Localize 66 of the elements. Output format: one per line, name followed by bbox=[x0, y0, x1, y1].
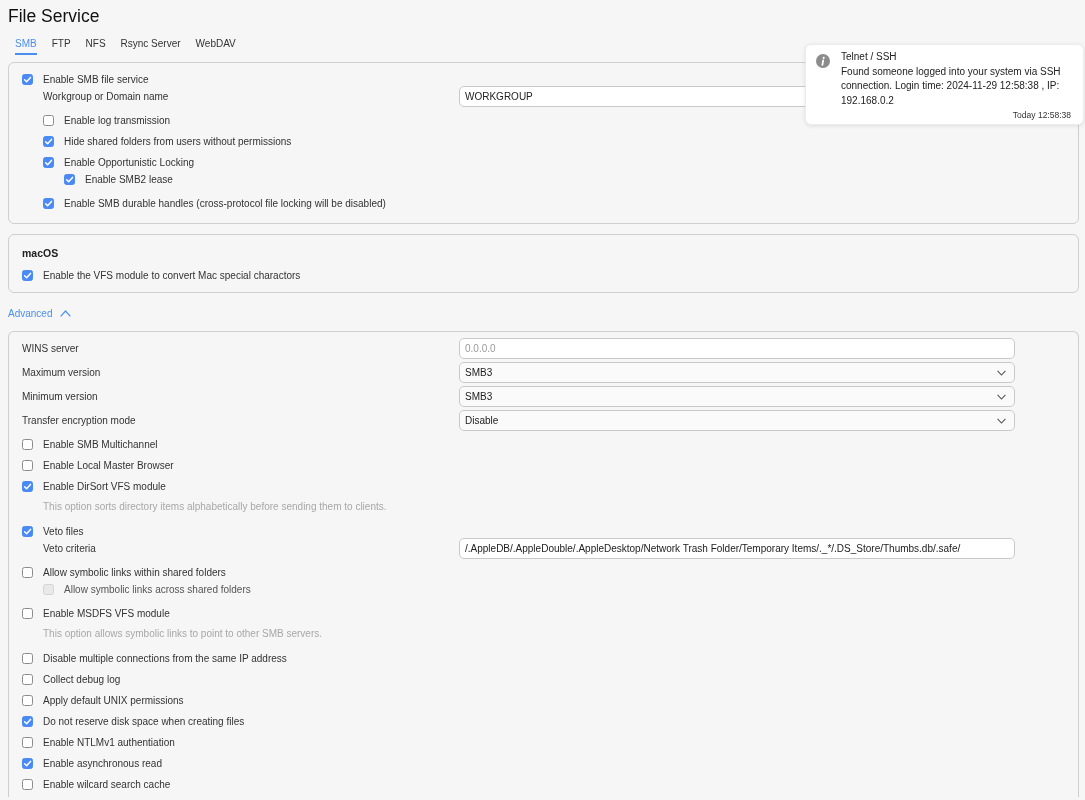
field-label: Maximum version bbox=[22, 366, 101, 379]
tab[interactable]: NFS bbox=[85, 30, 106, 55]
hint-text: This option allows symbolic links to point to other SMB servers. bbox=[43, 627, 322, 641]
checkbox-label[interactable]: Enable asynchronous read bbox=[43, 757, 162, 770]
dropdown[interactable]: SMB3 bbox=[459, 386, 1015, 407]
dropdown[interactable]: Disable bbox=[459, 410, 1015, 431]
checkbox-label[interactable]: Enable Opportunistic Locking bbox=[64, 156, 195, 169]
text-field[interactable]: 0.0.0.0 bbox=[459, 338, 1015, 359]
checkbox[interactable] bbox=[22, 716, 33, 727]
tab[interactable]: WebDAV bbox=[195, 30, 236, 55]
checkbox[interactable] bbox=[22, 608, 33, 619]
checkbox-label[interactable]: Enable DirSort VFS module bbox=[43, 480, 166, 493]
chevron-up-icon bbox=[60, 310, 72, 317]
checkbox[interactable] bbox=[22, 460, 33, 471]
checkbox[interactable] bbox=[43, 157, 54, 168]
checkbox[interactable] bbox=[43, 136, 54, 147]
hint-text: This option sorts directory items alphabetically before sending them to clients. bbox=[43, 500, 387, 514]
chevron-down-icon bbox=[997, 417, 1006, 424]
checkbox-label[interactable]: Disable multiple connections from the same IP address bbox=[43, 652, 287, 665]
checkbox[interactable] bbox=[22, 674, 33, 685]
checkbox[interactable] bbox=[64, 174, 75, 185]
checkbox[interactable] bbox=[43, 198, 54, 209]
field-label: Minimum version bbox=[22, 390, 98, 403]
dropdown[interactable]: SMB3 bbox=[459, 362, 1015, 383]
field-label: WINS server bbox=[22, 342, 79, 355]
checkbox[interactable] bbox=[22, 269, 33, 281]
checkbox-label[interactable]: Veto files bbox=[43, 525, 84, 538]
checkbox-label[interactable]: Enable the VFS module to convert Mac special charactors bbox=[43, 268, 301, 282]
checkbox[interactable] bbox=[22, 758, 33, 769]
checkbox-label[interactable]: Enable wilcard search cache bbox=[43, 778, 171, 791]
section-heading: macOS bbox=[22, 246, 59, 261]
checkbox-label[interactable]: Enable log transmission bbox=[64, 114, 171, 127]
checkbox-label[interactable]: Enable SMB2 lease bbox=[85, 173, 173, 186]
field-label: Veto criteria bbox=[43, 542, 96, 555]
checkbox-label[interactable]: Enable SMB Multichannel bbox=[43, 438, 158, 451]
text-field[interactable]: /.AppleDB/.AppleDouble/.AppleDesktop/Network Trash Folder/Temporary Items/._*/.DS_Store/Thumbs.db/.safe/ bbox=[459, 538, 1015, 559]
checkbox[interactable] bbox=[22, 439, 33, 450]
notification-time: Today 12:58:38 bbox=[1012, 108, 1071, 122]
checkbox[interactable] bbox=[22, 779, 33, 790]
checkbox[interactable] bbox=[22, 695, 33, 706]
checkbox-label[interactable]: Collect debug log bbox=[43, 673, 121, 686]
checkbox[interactable] bbox=[22, 653, 33, 664]
checkbox-label[interactable]: Enable SMB file service bbox=[43, 73, 149, 86]
checkbox[interactable] bbox=[22, 481, 33, 492]
checkbox[interactable] bbox=[22, 74, 33, 85]
checkbox[interactable] bbox=[22, 737, 33, 748]
info-icon bbox=[816, 54, 830, 68]
checkbox-label[interactable]: Do not reserve disk space when creating files bbox=[43, 715, 245, 728]
checkbox[interactable] bbox=[43, 115, 54, 126]
tab[interactable]: FTP bbox=[51, 30, 71, 55]
checkbox-label[interactable]: Allow symbolic links within shared folders bbox=[43, 566, 226, 579]
field-label: Transfer encryption mode bbox=[22, 414, 136, 427]
checkbox[interactable] bbox=[22, 526, 33, 537]
chevron-down-icon bbox=[997, 393, 1006, 400]
chevron-down-icon bbox=[997, 369, 1006, 376]
tab[interactable]: Rsync Server bbox=[120, 30, 181, 55]
checkbox-label[interactable]: Enable Local Master Browser bbox=[43, 459, 174, 472]
field-label: Workgroup or Domain name bbox=[43, 90, 169, 103]
checkbox-label[interactable]: Hide shared folders from users without permissions bbox=[64, 135, 292, 148]
notification-title: Telnet / SSH bbox=[841, 50, 898, 64]
checkbox-label[interactable]: Apply default UNIX permissions bbox=[43, 694, 184, 707]
page-title: File Service bbox=[8, 5, 100, 27]
checkbox[interactable] bbox=[22, 567, 33, 578]
checkbox-label[interactable]: Enable NTLMv1 authentiation bbox=[43, 736, 175, 749]
checkbox-label[interactable]: Enable MSDFS VFS module bbox=[43, 607, 170, 620]
checkbox-label[interactable]: Enable SMB durable handles (cross-protocol file locking will be disabled) bbox=[64, 197, 386, 210]
